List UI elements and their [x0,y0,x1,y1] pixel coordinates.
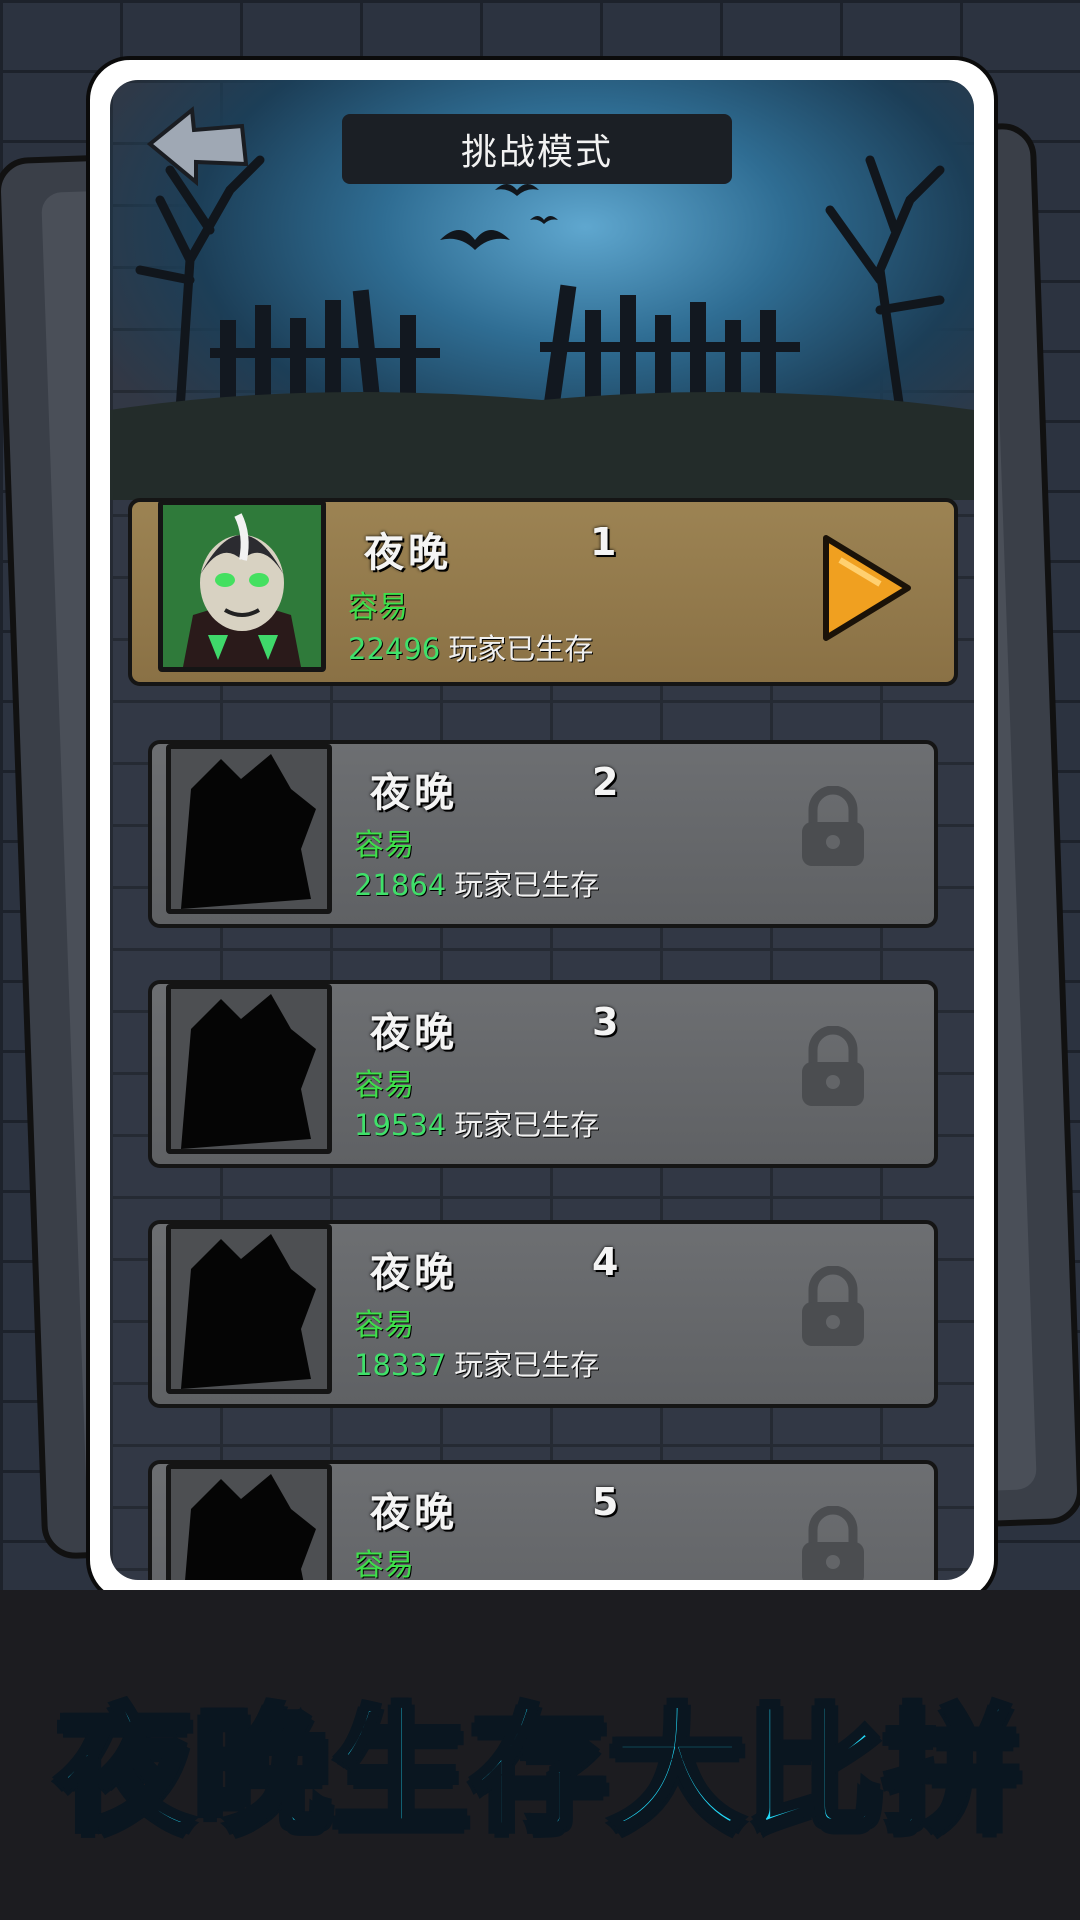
survivors-row: 19534 玩家已生存 [354,1102,599,1144]
survivors-count: 18337 [354,1348,447,1382]
play-icon [823,535,911,641]
level-name: 夜晚 [370,1490,458,1536]
difficulty-label: 容易 [354,828,414,863]
survivors-count: 21864 [354,868,447,902]
level-number: 4 [592,1240,619,1284]
survivors-count: 19534 [354,1108,447,1142]
back-arrow-icon [146,106,249,187]
level-card-1[interactable]: 夜晚 1 容易 22496 玩家已生存 [128,498,958,686]
survivors-row: 22496 玩家已生存 [348,626,593,668]
level-name: 夜晚 [370,1010,458,1056]
level-number: 2 [592,760,619,804]
challenge-panel: 挑战模式 夜晚 1 容易 22496 玩家已生存 夜晚 2 容易 21864 玩… [86,56,998,1604]
survivors-count: 22496 [348,632,441,666]
level-name: 夜晚 [370,1250,458,1296]
survivors-row: 18337 玩家已生存 [354,1342,599,1384]
survivors-row: 21864 玩家已生存 [354,862,599,904]
silhouette-portrait-icon [166,984,332,1154]
lock-icon [798,1505,868,1580]
silhouette-portrait-icon [166,1224,332,1394]
panel-content: 挑战模式 夜晚 1 容易 22496 玩家已生存 夜晚 2 容易 21864 玩… [110,80,974,1580]
difficulty-label: 容易 [354,1548,414,1580]
silhouette-portrait-icon [166,744,332,914]
play-button[interactable] [820,532,914,644]
difficulty-label: 容易 [354,1308,414,1343]
silhouette-portrait-icon [166,1464,332,1580]
difficulty-label: 容易 [354,1068,414,1103]
survivors-label: 玩家已生存 [448,632,594,666]
lock-icon [798,1025,868,1114]
survivors-label: 玩家已生存 [454,1348,600,1382]
page-title-banner: 挑战模式 [342,114,732,184]
difficulty-label: 容易 [348,590,408,625]
promo-slogan: 夜晚生存大比拼 [54,1689,1024,1853]
lock-icon [798,1265,868,1354]
level-number: 1 [590,520,617,564]
page-title: 挑战模式 [460,132,613,173]
lock-icon [798,785,868,874]
back-button[interactable] [142,102,252,192]
level-name: 夜晚 [364,530,452,576]
level-number: 3 [592,1000,619,1044]
survivors-label: 玩家已生存 [454,1108,600,1142]
survivors-label: 玩家已生存 [454,868,600,902]
level-number: 5 [592,1480,619,1524]
level-name: 夜晚 [370,770,458,816]
level-card-4[interactable]: 夜晚 4 容易 18337 玩家已生存 [148,1220,938,1408]
level-card-3[interactable]: 夜晚 3 容易 19534 玩家已生存 [148,980,938,1168]
vampire-portrait-icon [158,500,326,672]
level-card-5[interactable]: 夜晚 5 容易 [148,1460,938,1580]
level-card-2[interactable]: 夜晚 2 容易 21864 玩家已生存 [148,740,938,928]
